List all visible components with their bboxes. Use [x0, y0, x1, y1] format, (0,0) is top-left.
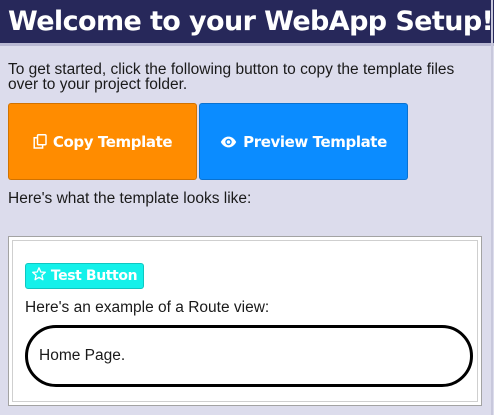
template-preview-frame: Test Button Here's an example of a Route…	[8, 236, 482, 406]
copy-template-label: Copy Template	[52, 132, 173, 151]
star-icon	[31, 267, 46, 285]
template-preview-body: Test Button Here's an example of a Route…	[12, 240, 478, 402]
test-button-label: Test Button	[50, 268, 138, 284]
copy-template-button[interactable]: Copy Template	[8, 103, 197, 180]
route-view: Home Page.	[25, 325, 473, 387]
route-content: Home Page.	[39, 347, 126, 364]
intro-text: To get started, click the following butt…	[8, 61, 455, 93]
route-heading: Here's an example of a Route view:	[25, 299, 270, 316]
scrollbar-track[interactable]	[491, 0, 493, 415]
copy-icon	[33, 134, 47, 149]
preview-heading: Here's what the template looks like:	[8, 190, 252, 207]
page-title: Welcome to your WebApp Setup!	[8, 6, 494, 37]
preview-template-label: Preview Template	[243, 132, 387, 151]
page-header: Welcome to your WebApp Setup!	[0, 0, 494, 46]
preview-template-button[interactable]: Preview Template	[199, 103, 408, 180]
eye-icon	[220, 136, 237, 148]
test-button[interactable]: Test Button	[25, 263, 144, 289]
